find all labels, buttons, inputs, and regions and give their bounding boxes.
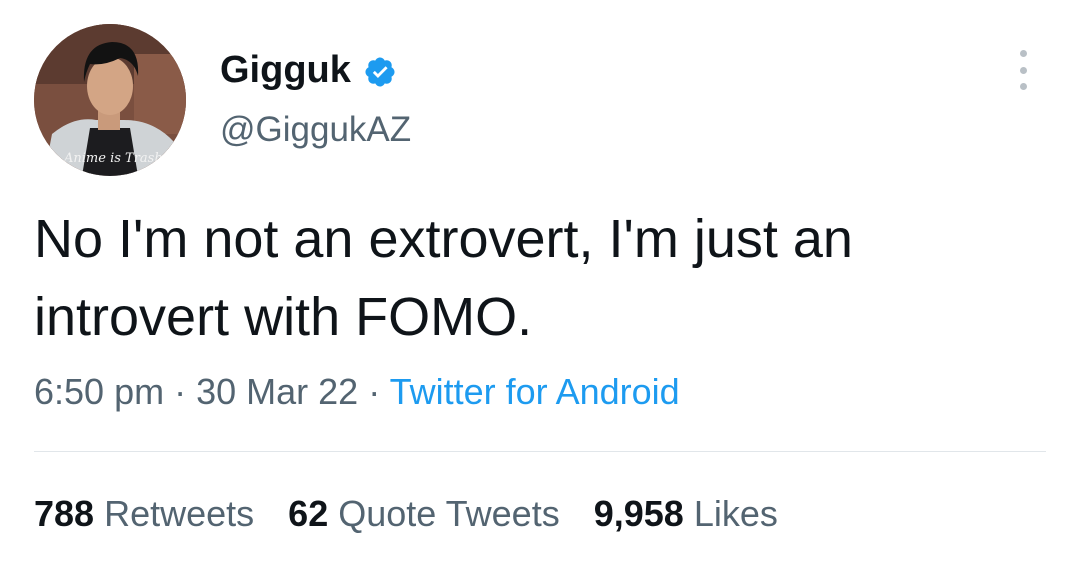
- author-name-row[interactable]: Gigguk: [220, 46, 397, 94]
- verified-badge-icon: [363, 53, 397, 87]
- likes-label: Likes: [693, 493, 778, 534]
- retweets-stat[interactable]: 788 Retweets: [34, 490, 254, 538]
- divider: [34, 451, 1046, 452]
- tweet-text: No I'm not an extrovert, I'm just an int…: [34, 200, 1044, 356]
- meta-separator: ·: [174, 371, 187, 412]
- quote-tweets-count: 62: [288, 493, 329, 534]
- meta-separator: ·: [368, 371, 381, 412]
- tweet-text-line-1: No I'm not an extrovert, I'm just an: [34, 209, 853, 269]
- retweets-count: 788: [34, 493, 95, 534]
- quote-tweets-stat[interactable]: 62 Quote Tweets: [288, 490, 560, 538]
- tweet-date[interactable]: 30 Mar 22: [196, 371, 358, 412]
- retweets-label: Retweets: [104, 493, 255, 534]
- tweet-stats: 788 Retweets 62 Quote Tweets 9,958 Likes: [34, 490, 778, 538]
- tweet-card: Anime is Trash Gigguk @GiggukAZ No I'm n…: [0, 0, 1080, 566]
- quote-tweets-label: Quote Tweets: [338, 493, 560, 534]
- more-dot: [1019, 83, 1027, 90]
- tweet-meta: 6:50 pm · 30 Mar 22 · Twitter for Androi…: [34, 368, 680, 416]
- more-dot: [1019, 66, 1027, 74]
- author-display-name[interactable]: Gigguk: [220, 46, 351, 94]
- likes-stat[interactable]: 9,958 Likes: [594, 490, 778, 538]
- tweet-text-line-2: introvert with FOMO.: [34, 287, 533, 347]
- tweet-time[interactable]: 6:50 pm: [34, 371, 164, 412]
- likes-count: 9,958: [593, 493, 684, 534]
- avatar[interactable]: Anime is Trash: [34, 24, 186, 176]
- tweet-source-link[interactable]: Twitter for Android: [390, 371, 680, 412]
- more-dot: [1019, 50, 1027, 57]
- more-options-icon[interactable]: [1010, 50, 1036, 90]
- avatar-shirt-text: Anime is Trash: [63, 151, 163, 166]
- author-handle[interactable]: @GiggukAZ: [220, 108, 411, 152]
